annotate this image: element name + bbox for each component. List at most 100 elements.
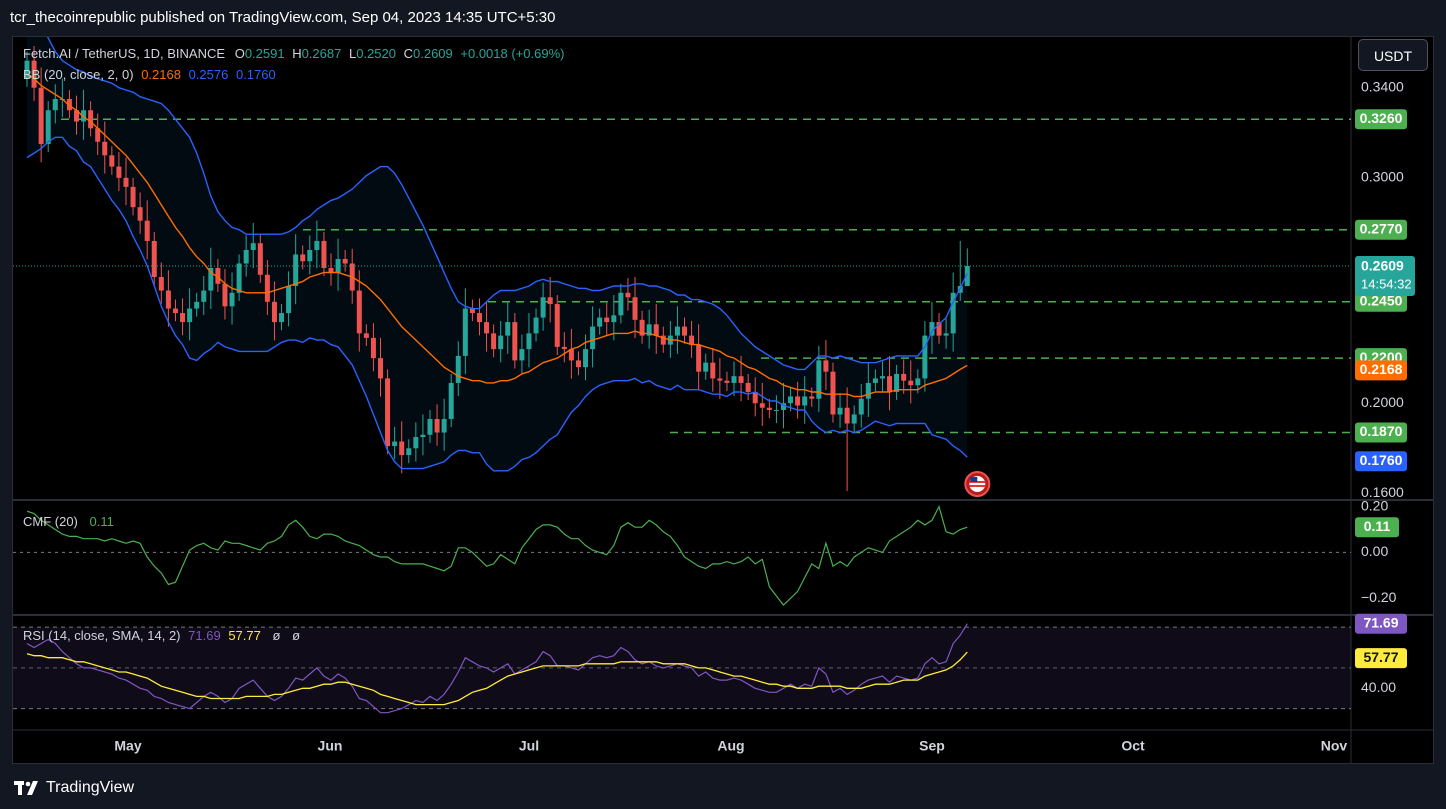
bb-band-fill xyxy=(27,37,968,471)
price-tick-label: 0.3400 xyxy=(1361,78,1404,94)
candle-body xyxy=(872,378,878,383)
candle-body xyxy=(519,349,525,361)
candle-body xyxy=(583,349,589,368)
candle-body xyxy=(710,362,716,379)
candle-body xyxy=(498,335,504,350)
rsi-tag: 71.69 xyxy=(1363,614,1398,630)
candle-body xyxy=(491,333,497,350)
bb-lower-value: 0.1760 xyxy=(235,67,276,82)
candle-body xyxy=(279,313,285,323)
rsi-tick-label: 40.00 xyxy=(1361,679,1396,695)
candle-body xyxy=(575,360,581,368)
candle-body xyxy=(731,376,737,383)
candle-body xyxy=(590,326,596,350)
cmf-legend[interactable]: CMF (20) 0.11 xyxy=(23,514,114,529)
candle-body xyxy=(858,398,864,415)
candle-body xyxy=(879,376,885,379)
candle-body xyxy=(172,308,178,314)
candle-body xyxy=(264,274,270,302)
candle-body xyxy=(696,344,702,372)
candle-body xyxy=(455,355,461,383)
candle-body xyxy=(406,448,412,456)
candle-body xyxy=(526,333,532,350)
candle-body xyxy=(759,403,765,408)
low-value: 0.2520 xyxy=(356,46,396,61)
rsi-sma-tag: 57.77 xyxy=(1363,649,1398,665)
candle-body xyxy=(540,297,546,318)
level-tag-0.2770: 0.2770 xyxy=(1360,220,1403,236)
bb-basis-tag: 0.2168 xyxy=(1360,361,1403,377)
candle-body xyxy=(505,322,511,336)
us-flag-event-icon xyxy=(969,485,986,487)
price-tick-label: 0.2000 xyxy=(1361,394,1404,410)
cmf-name[interactable]: CMF (20) xyxy=(23,514,78,529)
candle-body xyxy=(448,382,454,419)
chart-svg[interactable]: 0.16000.20000.30000.34000.32600.27700.24… xyxy=(13,37,1433,763)
candle-body xyxy=(116,166,122,178)
candle-body xyxy=(286,286,292,314)
last-price-tag: 0.2609 xyxy=(1361,258,1404,274)
candle-body xyxy=(180,313,186,323)
high-label: H xyxy=(292,46,302,61)
candle-body xyxy=(547,297,553,305)
open-label: O xyxy=(234,46,245,61)
candle-body xyxy=(194,301,200,309)
chart-area[interactable]: 0.1600 0.2000 0.3000 0.3400 0.3260 0.2770 0.24… xyxy=(12,36,1434,764)
rsi-name[interactable]: RSI (14, close, SMA, 14, 2) xyxy=(23,628,181,643)
footer: TradingView xyxy=(0,766,1446,809)
candle-body xyxy=(724,380,730,383)
candle-body xyxy=(476,313,482,323)
candle-body xyxy=(554,304,560,347)
candle-body xyxy=(300,254,306,262)
candle-body xyxy=(144,220,150,241)
us-flag-event-icon xyxy=(970,477,978,482)
cmf-value: 0.11 xyxy=(89,514,114,529)
candle-body xyxy=(597,317,603,327)
symbol-name[interactable]: Fetch.AI / TetherUS, 1D, BINANCE xyxy=(23,46,225,61)
rsi-legend[interactable]: RSI (14, close, SMA, 14, 2) 71.69 57.77 … xyxy=(23,628,300,643)
candle-body xyxy=(802,396,808,406)
candle-body xyxy=(413,437,419,449)
bb-name[interactable]: BB (20, close, 2, 0) xyxy=(23,67,134,82)
candle-body xyxy=(604,317,610,323)
candle-body xyxy=(865,382,871,399)
candle-body xyxy=(201,290,207,302)
currency-button[interactable]: USDT xyxy=(1358,39,1428,71)
candle-body xyxy=(427,418,433,435)
candle-body xyxy=(342,258,348,264)
candle-body xyxy=(392,441,398,447)
rsi-extra-1: ø xyxy=(272,628,281,643)
candle-body xyxy=(250,243,256,250)
candle-body xyxy=(363,333,369,338)
candle-body xyxy=(611,315,617,323)
candle-body xyxy=(887,376,893,392)
candle-body xyxy=(229,292,235,307)
candle-body xyxy=(187,308,193,323)
candle-body xyxy=(130,186,136,208)
candle-body xyxy=(703,362,709,372)
candle-body xyxy=(844,407,850,424)
tradingview-brand[interactable]: TradingView xyxy=(14,779,134,797)
cmf-tag: 0.11 xyxy=(1364,518,1391,534)
candle-body xyxy=(434,418,440,433)
candle-body xyxy=(420,434,426,438)
candle-body xyxy=(102,141,108,156)
candle-body xyxy=(314,240,320,250)
month-tick-sep: Sep xyxy=(919,738,945,754)
candle-body xyxy=(674,326,680,336)
candle-body xyxy=(717,378,723,381)
cmf-tick-label: −0.20 xyxy=(1361,589,1397,605)
candle-body xyxy=(618,292,624,316)
candle-body xyxy=(823,360,829,372)
cmf-line xyxy=(26,504,968,606)
month-tick-oct: Oct xyxy=(1121,738,1145,754)
symbol-legend[interactable]: Fetch.AI / TetherUS, 1D, BINANCE O0.2591… xyxy=(23,46,564,61)
candle-body xyxy=(908,380,914,386)
close-value: 0.2609 xyxy=(413,46,453,61)
level-tag-0.1870: 0.1870 xyxy=(1360,423,1403,439)
candle-body xyxy=(109,155,115,167)
month-tick-jul: Jul xyxy=(519,738,539,754)
bb-legend[interactable]: BB (20, close, 2, 0) 0.2168 0.2576 0.176… xyxy=(23,67,276,82)
cmf-tick-label: 0.00 xyxy=(1361,543,1388,559)
candle-body xyxy=(901,373,907,381)
